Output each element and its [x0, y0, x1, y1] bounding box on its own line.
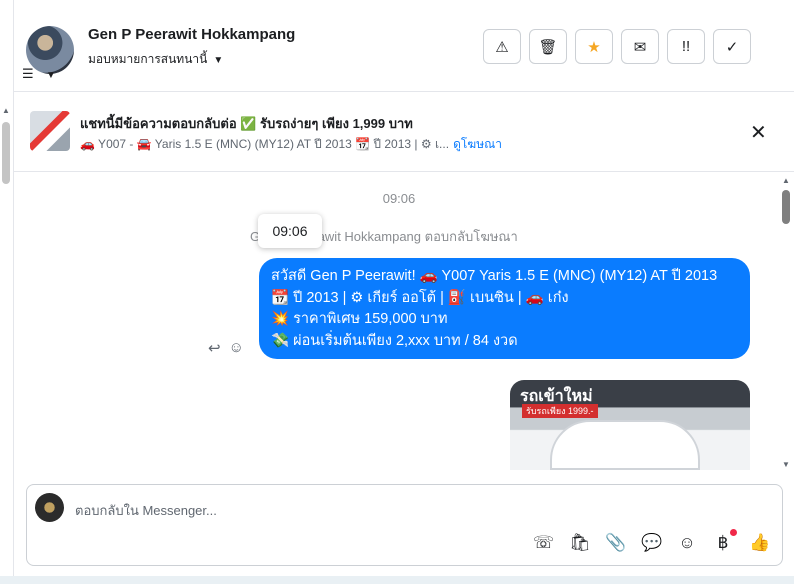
- composer-tools: ☏ 🛍 📎 💬 ☺ ฿ 👍: [533, 529, 770, 553]
- reply-input[interactable]: ตอบกลับใน Messenger...: [75, 500, 217, 521]
- image-message[interactable]: รถเข้าใหม่ รับรถเพียง 1999.-: [510, 380, 750, 470]
- star-button[interactable]: ★: [575, 29, 613, 64]
- header-actions: ⚠ 🗑 ★ ✉ !! ✓: [483, 29, 751, 64]
- filter-icon[interactable]: ☰: [22, 66, 34, 82]
- bag-icon[interactable]: 🛍: [569, 533, 591, 553]
- message-line: 📆 ปี 2013 | ⚙ เกียร์ ออโต้ | ⛽ เบนซิน | …: [271, 289, 569, 306]
- attach-icon[interactable]: 📎: [605, 533, 626, 553]
- reply-icon[interactable]: ↩: [208, 339, 221, 357]
- message-line: 💸 ผ่อนเริ่มต้นเพียง 2,xxx บาท / 84 งวด: [271, 332, 518, 349]
- message-time-header: 09:06: [382, 191, 416, 206]
- chat-bubble-icon[interactable]: 💬: [641, 533, 662, 553]
- check-icon: ✓: [725, 38, 739, 56]
- conversation-header: Gen P Peerawit Hokkampang มอบหมายการสนทน…: [14, 0, 794, 92]
- contact-name[interactable]: Gen P Peerawit Hokkampang: [88, 26, 295, 43]
- ad-subtitle: 🚗 Y007 - 🚘 Yaris 1.5 E (MNC) (MY12) AT ป…: [80, 135, 502, 154]
- left-scrollbar[interactable]: [2, 122, 10, 184]
- mark-unread-button[interactable]: ✉: [621, 29, 659, 64]
- baht-icon: ฿: [717, 533, 729, 552]
- left-sidebar-strip: ▲: [0, 0, 14, 584]
- ad-title: แชทนี้มีข้อความตอบกลับต่อ ✅ รับรถง่ายๆ เ…: [80, 116, 413, 131]
- view-ad-link[interactable]: ดูโฆษณา: [453, 137, 502, 151]
- scroll-up-icon[interactable]: ▲: [782, 176, 790, 185]
- alert-icon: ⚠: [495, 38, 509, 56]
- thumbs-up-icon[interactable]: 👍: [749, 533, 770, 553]
- react-emoji-icon[interactable]: ☺: [229, 339, 244, 357]
- conversation-panel: Gen P Peerawit Hokkampang มอบหมายการสนทน…: [14, 0, 794, 584]
- assign-conversation-dropdown[interactable]: มอบหมายการสนทนานี้ ▼: [88, 50, 223, 69]
- priority-button[interactable]: !!: [667, 29, 705, 64]
- baht-payment-button[interactable]: ฿: [713, 529, 737, 553]
- scroll-down-icon[interactable]: ▼: [782, 460, 790, 469]
- delete-button[interactable]: 🗑: [529, 29, 567, 64]
- filter-chevron-down-icon[interactable]: ▼: [46, 70, 56, 81]
- alert-button[interactable]: ⚠: [483, 29, 521, 64]
- call-add-icon[interactable]: ☏: [533, 533, 554, 553]
- star-icon: ★: [587, 38, 601, 56]
- close-icon[interactable]: ✕: [750, 120, 767, 145]
- message-line: 💥 ราคาพิเศษ 159,000 บาท: [271, 311, 448, 327]
- emoji-icon[interactable]: ☺: [677, 533, 697, 553]
- priority-icon: !!: [681, 38, 691, 55]
- message-bubble[interactable]: สวัสดี Gen P Peerawit! 🚗 Y007 Yaris 1.5 …: [259, 258, 750, 359]
- left-scroll-up-icon[interactable]: ▲: [2, 106, 10, 115]
- trash-icon: 🗑: [538, 38, 558, 56]
- assign-label: มอบหมายการสนทนานี้: [88, 52, 208, 66]
- message-composer: ตอบกลับใน Messenger... ☏ 🛍 📎 💬 ☺ ฿ 👍: [26, 484, 783, 566]
- image-subtitle: รับรถเพียง 1999.-: [522, 404, 598, 418]
- ad-subtitle-text: 🚗 Y007 - 🚘 Yaris 1.5 E (MNC) (MY12) AT ป…: [80, 137, 450, 151]
- message-actions: ↩ ☺: [208, 339, 244, 357]
- car-image: [550, 420, 700, 470]
- page-avatar: [35, 493, 64, 522]
- bottom-bar: [0, 576, 794, 584]
- ad-context-bar: แชทนี้มีข้อความตอบกลับต่อ ✅ รับรถง่ายๆ เ…: [14, 92, 794, 172]
- mark-done-button[interactable]: ✓: [713, 29, 751, 64]
- mail-icon: ✉: [633, 38, 647, 56]
- time-tooltip: 09:06: [258, 214, 322, 248]
- notification-dot: [730, 529, 737, 536]
- chevron-down-icon: ▼: [213, 55, 224, 66]
- ad-thumbnail: [30, 111, 70, 151]
- message-line: สวัสดี Gen P Peerawit! 🚗 Y007 Yaris 1.5 …: [271, 268, 718, 284]
